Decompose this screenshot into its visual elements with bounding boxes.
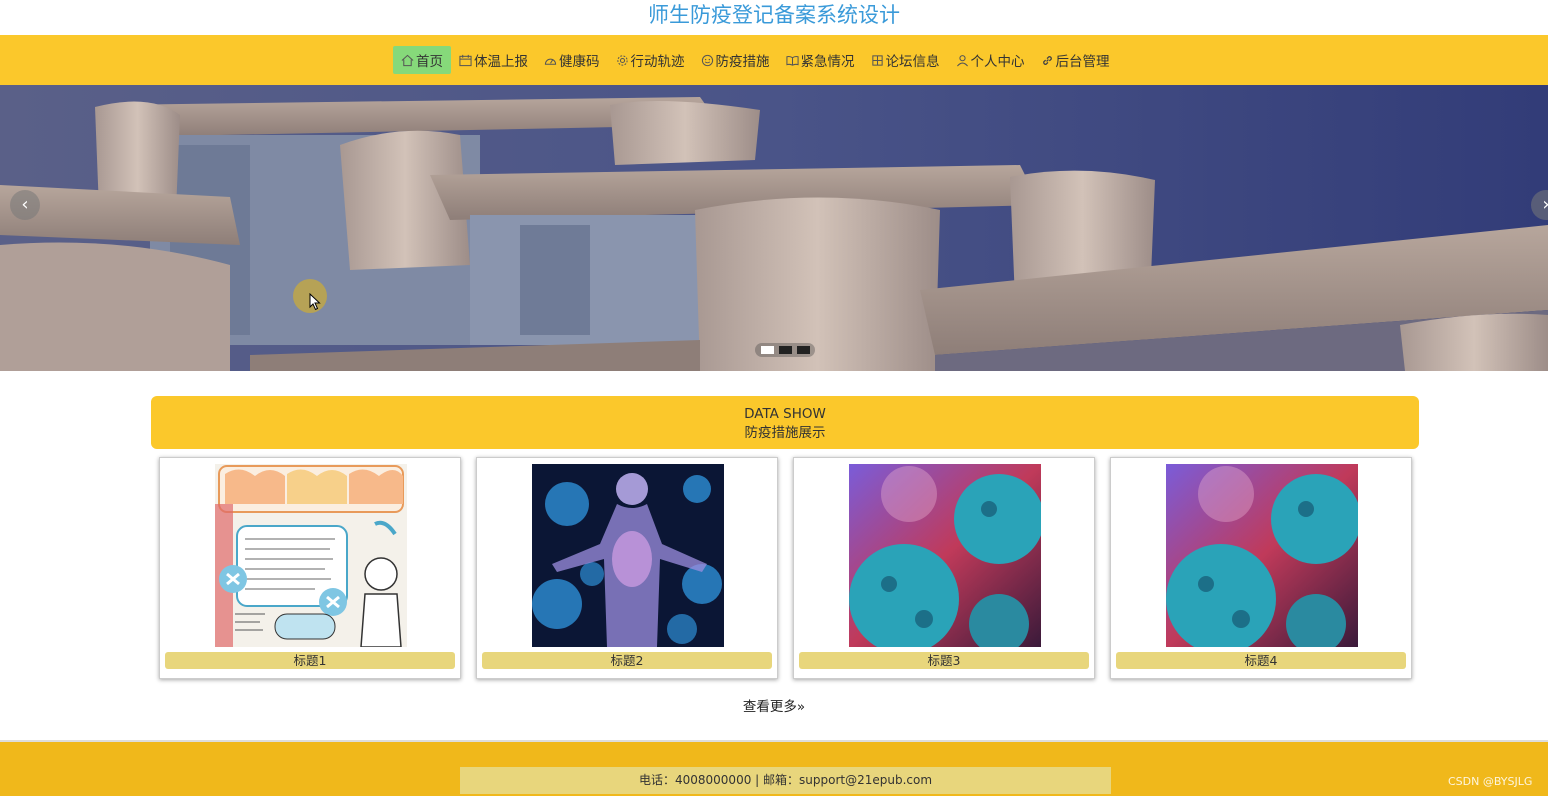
gauge-icon	[544, 58, 557, 65]
banner-carousel[interactable]: ‹ ›	[0, 85, 1548, 371]
site-title: 师生防疫登记备案系统设计	[648, 3, 900, 27]
card-caption: 标题1	[165, 652, 455, 669]
nav-item-label: 后台管理	[1055, 54, 1110, 70]
measure-cards: 标题1 标题2 标题3 标题4	[159, 457, 1413, 679]
nav-item-label: 行动轨迹	[630, 54, 685, 70]
mouse-pointer-icon	[309, 293, 321, 311]
card-caption: 标题3	[799, 652, 1089, 669]
section-title-cn: 防疫措施展示	[744, 425, 826, 441]
nav-items: 首页 体温上报 健康码 行动轨迹 防疫措施 紧急情况 论坛信息 个人中心 后台管…	[393, 45, 1118, 75]
settings-icon	[616, 54, 628, 66]
card-1[interactable]: 标题1	[159, 457, 461, 679]
card-image-virus-red	[849, 464, 1041, 647]
carousel-prev-button[interactable]: ‹	[10, 190, 40, 220]
section-header: DATA SHOW 防疫措施展示	[151, 396, 1419, 449]
nav-item-label: 体温上报	[474, 54, 528, 70]
card-caption: 标题2	[482, 652, 772, 669]
nav-item-label: 论坛信息	[885, 54, 940, 70]
carousel-dot-2[interactable]	[778, 346, 792, 354]
view-more-label: 查看更多	[742, 699, 797, 715]
nav-item-label: 个人中心	[970, 54, 1025, 70]
chevron-right-icon: ›	[1542, 194, 1548, 215]
carousel-indicators	[755, 343, 815, 357]
nav-item-forum[interactable]: 论坛信息	[863, 46, 948, 74]
footer-contact: 电话：4008000000 | 邮箱：support@21epub.com	[460, 767, 1111, 794]
double-chevron-right-icon: »	[796, 699, 806, 715]
home-icon	[401, 54, 414, 66]
nav-item-label: 防疫措施	[715, 54, 770, 70]
card-image-poster	[215, 464, 407, 647]
nav-item-admin[interactable]: 后台管理	[1033, 46, 1118, 74]
nav-item-emergency[interactable]: 紧急情况	[778, 46, 863, 74]
smile-icon	[701, 54, 713, 66]
card-3[interactable]: 标题3	[793, 457, 1095, 679]
nav-item-label: 健康码	[559, 54, 600, 70]
book-icon	[785, 55, 799, 66]
card-2[interactable]: 标题2	[476, 457, 778, 679]
card-image-virus-red-2	[1166, 464, 1358, 647]
watermark: CSDN @BYSJLG	[1448, 775, 1533, 788]
footer: 电话：4008000000 | 邮箱：support@21epub.com	[0, 740, 1548, 796]
link-icon	[1042, 55, 1052, 65]
card-image-virus-body	[532, 464, 724, 647]
nav-item-home[interactable]: 首页	[393, 46, 451, 74]
section-title-en: DATA SHOW	[744, 406, 826, 422]
nav-item-temperature[interactable]: 体温上报	[451, 46, 536, 74]
nav-item-measures[interactable]: 防疫措施	[693, 46, 778, 74]
user-icon	[956, 54, 968, 66]
calendar-icon	[459, 54, 472, 66]
nav-item-track[interactable]: 行动轨迹	[608, 46, 693, 74]
carousel-dot-3[interactable]	[796, 346, 810, 354]
nav-item-profile[interactable]: 个人中心	[948, 46, 1033, 74]
chevron-left-icon: ‹	[21, 194, 29, 215]
main-nav: 首页 体温上报 健康码 行动轨迹 防疫措施 紧急情况 论坛信息 个人中心 后台管…	[0, 35, 1548, 85]
nav-item-label: 首页	[416, 54, 443, 70]
nav-item-label: 紧急情况	[800, 54, 855, 70]
view-more-link[interactable]: 查看更多»	[0, 695, 1548, 715]
carousel-dot-1[interactable]	[760, 346, 774, 354]
grid-icon	[871, 54, 883, 66]
nav-item-health-code[interactable]: 健康码	[536, 46, 608, 74]
card-caption: 标题4	[1116, 652, 1406, 669]
card-4[interactable]: 标题4	[1110, 457, 1412, 679]
classroom-image	[0, 85, 1548, 371]
